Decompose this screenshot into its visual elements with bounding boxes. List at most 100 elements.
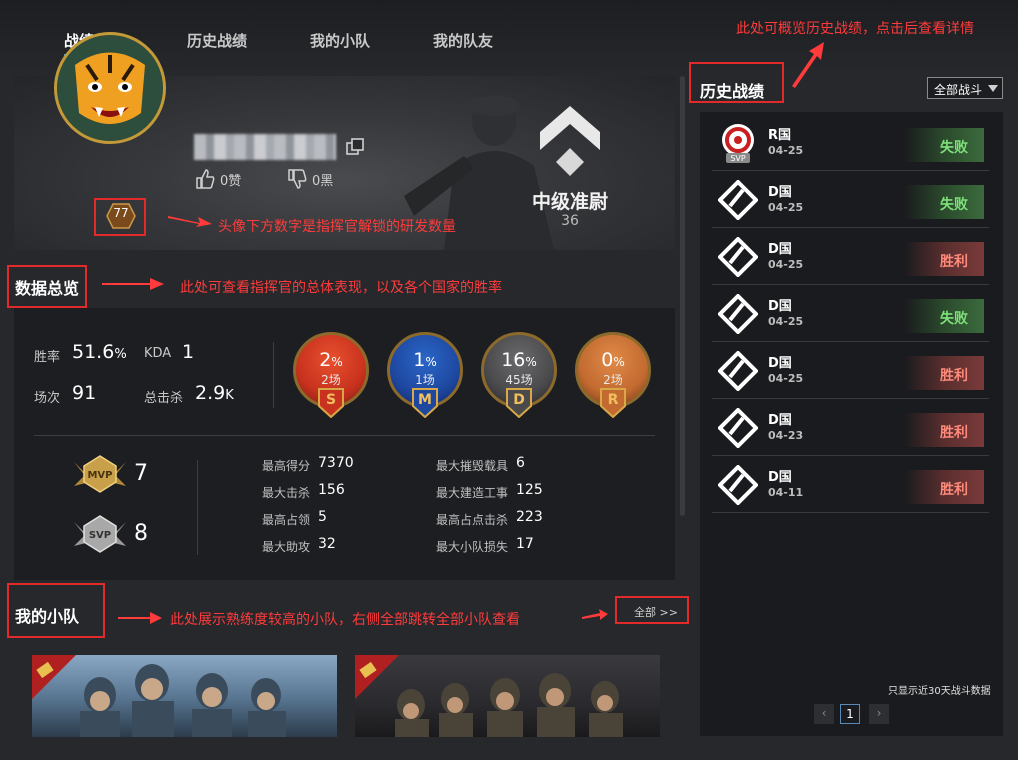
svp-badge-icon: SVP bbox=[74, 515, 126, 553]
max-kills-value: 156 bbox=[318, 482, 345, 498]
history-result: 胜利 bbox=[904, 413, 984, 447]
history-title: 历史战绩 bbox=[700, 82, 765, 101]
max-vehicles-destroyed-label: 最大摧毁载具 bbox=[436, 459, 509, 473]
d-nation-icon bbox=[718, 294, 758, 334]
rank-title: 中级准尉 bbox=[531, 191, 608, 213]
mvp-count: 7 bbox=[134, 461, 148, 486]
history-nation: D国 bbox=[768, 470, 792, 485]
history-date: 04-25 bbox=[768, 258, 804, 271]
history-row[interactable]: D国 04-25 失败 bbox=[712, 287, 989, 342]
max-capture-value: 5 bbox=[318, 509, 327, 525]
tab-my-teammates[interactable]: 我的队友 bbox=[433, 30, 493, 51]
nation-m-letter: M bbox=[418, 392, 432, 408]
history-row[interactable]: D国 04-25 失败 bbox=[712, 173, 989, 228]
squad-soldiers-image bbox=[32, 655, 286, 737]
divider bbox=[34, 435, 655, 436]
history-date: 04-25 bbox=[768, 372, 804, 385]
tiger-emblem-icon bbox=[57, 35, 163, 141]
thumbs-up-icon bbox=[196, 169, 215, 189]
copy-icon[interactable] bbox=[346, 138, 364, 156]
history-row[interactable]: D国 04-25 胜利 bbox=[712, 230, 989, 285]
winrate-value: 51.6% bbox=[72, 341, 127, 363]
rank-chevron-icon bbox=[540, 106, 600, 176]
battle-filter-select[interactable]: 全部战斗 bbox=[927, 77, 1003, 99]
history-footnote: 只显示近30天战斗数据 bbox=[888, 686, 991, 697]
history-nation: D国 bbox=[768, 299, 792, 314]
history-row[interactable]: SVP R国 04-25 失败 bbox=[712, 116, 989, 171]
max-capture-kills-label: 最高占点击杀 bbox=[436, 513, 509, 527]
mvp-badge-icon: MVP bbox=[74, 455, 126, 493]
d-nation-icon bbox=[718, 351, 758, 391]
history-result: 失败 bbox=[904, 299, 984, 333]
nation-d-letter: D bbox=[513, 392, 525, 408]
all-squads-link[interactable]: 全部 >> bbox=[634, 604, 678, 620]
matches-value: 91 bbox=[72, 382, 97, 404]
history-date: 04-25 bbox=[768, 315, 804, 328]
divider bbox=[197, 460, 198, 555]
dislike-count: 0黑 bbox=[312, 173, 334, 189]
squad-card[interactable] bbox=[32, 655, 337, 737]
history-row[interactable]: D国 04-23 胜利 bbox=[712, 401, 989, 456]
r-nation-svp-icon: SVP bbox=[722, 124, 754, 163]
squad-annotation-text: 此处展示熟练度较高的小队，右侧全部跳转全部小队查看 bbox=[170, 612, 520, 628]
overview-title: 数据总览 bbox=[15, 279, 80, 298]
pager-prev-button[interactable]: ‹ bbox=[814, 704, 834, 724]
max-fortifications-label: 最大建造工事 bbox=[436, 486, 509, 500]
d-nation-icon bbox=[718, 465, 758, 505]
nation-m-winrate[interactable]: 1% 1场 M bbox=[385, 330, 465, 422]
like-button[interactable]: 0赞 bbox=[194, 168, 241, 190]
max-capture-label: 最高占领 bbox=[262, 513, 311, 527]
total-kills-value: 2.9K bbox=[195, 382, 234, 404]
history-result: 失败 bbox=[904, 128, 984, 162]
max-assists-label: 最大助攻 bbox=[262, 540, 311, 554]
history-nation: D国 bbox=[768, 185, 792, 200]
history-row[interactable]: D国 04-11 胜利 bbox=[712, 458, 989, 513]
battle-filter-value: 全部战斗 bbox=[934, 83, 983, 97]
rank-points: 36 bbox=[561, 213, 579, 229]
tab-history[interactable]: 历史战绩 bbox=[187, 30, 247, 51]
max-kills-label: 最大击杀 bbox=[262, 486, 311, 500]
history-date: 04-25 bbox=[768, 201, 804, 214]
kda-value: 1 bbox=[182, 341, 195, 363]
nation-d-winrate[interactable]: 16% 45场 D bbox=[479, 330, 559, 422]
total-kills-label: 总击杀 bbox=[144, 391, 184, 406]
nation-s-letter: S bbox=[325, 392, 337, 408]
like-count: 0赞 bbox=[220, 173, 242, 189]
commander-name-blurred bbox=[194, 134, 336, 160]
history-date: 04-23 bbox=[768, 429, 804, 442]
divider bbox=[273, 342, 274, 408]
squad-soldiers-image bbox=[355, 655, 623, 737]
tab-my-squad[interactable]: 我的小队 bbox=[310, 30, 370, 51]
max-capture-kills-value: 223 bbox=[516, 509, 543, 525]
d-nation-icon bbox=[718, 180, 758, 220]
nation-r-winrate[interactable]: 0% 2场 R bbox=[573, 330, 653, 422]
commander-avatar[interactable] bbox=[54, 32, 166, 144]
history-date: 04-11 bbox=[768, 486, 804, 499]
squad-card[interactable] bbox=[355, 655, 660, 737]
pager-page-button[interactable]: 1 bbox=[840, 704, 860, 724]
history-nation: D国 bbox=[768, 413, 792, 428]
squad-title: 我的小队 bbox=[15, 607, 80, 626]
level-annotation-text: 头像下方数字是指挥官解锁的研发数量 bbox=[218, 219, 456, 235]
chevron-down-icon bbox=[988, 85, 998, 92]
scrollbar[interactable] bbox=[680, 76, 685, 516]
dislike-button[interactable]: 0黑 bbox=[286, 168, 333, 190]
nation-s-winrate[interactable]: 2% 2场 S bbox=[291, 330, 371, 422]
max-fortifications-value: 125 bbox=[516, 482, 543, 498]
thumbs-down-icon bbox=[288, 169, 307, 189]
max-squad-loss-label: 最大小队损失 bbox=[436, 540, 509, 554]
history-row[interactable]: D国 04-25 胜利 bbox=[712, 344, 989, 399]
history-result: 失败 bbox=[904, 185, 984, 219]
svg-text:SVP: SVP bbox=[730, 154, 746, 163]
annotation-arrow bbox=[118, 612, 162, 624]
d-nation-icon bbox=[718, 237, 758, 277]
max-score-value: 7370 bbox=[318, 455, 354, 471]
annotation-arrow bbox=[102, 278, 164, 290]
annotation-arrow bbox=[792, 42, 824, 88]
kda-label: KDA bbox=[144, 346, 172, 361]
svp-count: 8 bbox=[134, 521, 148, 546]
pager-next-button[interactable]: › bbox=[869, 704, 889, 724]
overview-annotation-text: 此处可查看指挥官的总体表现，以及各个国家的胜率 bbox=[180, 280, 502, 296]
history-annotation-text: 此处可概览历史战绩，点击后查看详情 bbox=[736, 21, 974, 37]
history-result: 胜利 bbox=[904, 356, 984, 390]
